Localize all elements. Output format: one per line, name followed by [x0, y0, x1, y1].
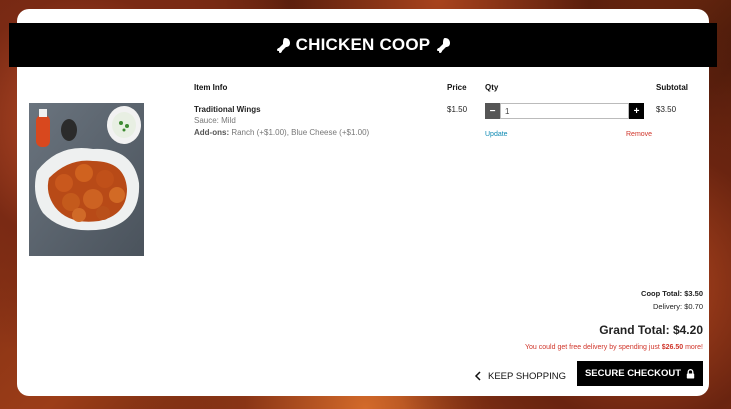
delivery-cost: Delivery: $0.70: [652, 302, 703, 311]
brand-name: CHICKEN COOP: [295, 35, 431, 54]
item-sauce: Sauce: Mild: [194, 116, 236, 125]
drumstick-icon: [276, 38, 290, 53]
quantity-input[interactable]: [500, 103, 629, 119]
secure-checkout-label: SECURE CHECKOUT: [584, 368, 682, 379]
cart-card: CHICKEN COOP Item Info Price Qty Subtota…: [9, 9, 717, 396]
item-subtotal: $3.50: [656, 105, 677, 114]
update-link[interactable]: Update: [485, 131, 508, 138]
promo-amount: $26.50: [661, 344, 684, 351]
brand-logo[interactable]: CHICKEN COOP: [275, 35, 452, 55]
decrement-quantity-button[interactable]: −: [485, 103, 500, 119]
column-header-subtotal: Subtotal: [656, 83, 688, 92]
item-name[interactable]: Traditional Wings: [194, 105, 261, 114]
wings-photo: [29, 103, 144, 256]
increment-quantity-button[interactable]: +: [629, 103, 644, 119]
brand-header: CHICKEN COOP: [9, 23, 717, 67]
chevron-left-icon: [474, 371, 481, 381]
remove-link[interactable]: Remove: [626, 131, 652, 138]
promo-suffix: more!: [683, 344, 703, 351]
keep-shopping-label: KEEP SHOPPING: [488, 370, 566, 382]
item-addons: Add-ons: Ranch (+$1.00), Blue Cheese (+$…: [194, 128, 369, 137]
keep-shopping-button[interactable]: KEEP SHOPPING: [474, 366, 566, 386]
addons-label: Add-ons:: [194, 128, 230, 137]
coop-total: Coop Total: $3.50: [641, 289, 703, 298]
promo-prefix: You could get free delivery by spending …: [525, 344, 662, 351]
item-price: $1.50: [447, 105, 468, 114]
column-header-item-info: Item Info: [194, 83, 228, 92]
addons-value: Ranch (+$1.00), Blue Cheese (+$1.00): [229, 128, 370, 137]
column-header-qty: Qty: [485, 83, 499, 92]
lock-icon: [686, 368, 695, 378]
grand-total: Grand Total: $4.20: [599, 323, 703, 337]
drumstick-icon: [437, 38, 451, 53]
free-delivery-message: You could get free delivery by spending …: [525, 344, 703, 351]
column-header-price: Price: [447, 83, 467, 92]
product-image: [29, 103, 144, 256]
secure-checkout-button[interactable]: SECURE CHECKOUT: [577, 361, 703, 386]
